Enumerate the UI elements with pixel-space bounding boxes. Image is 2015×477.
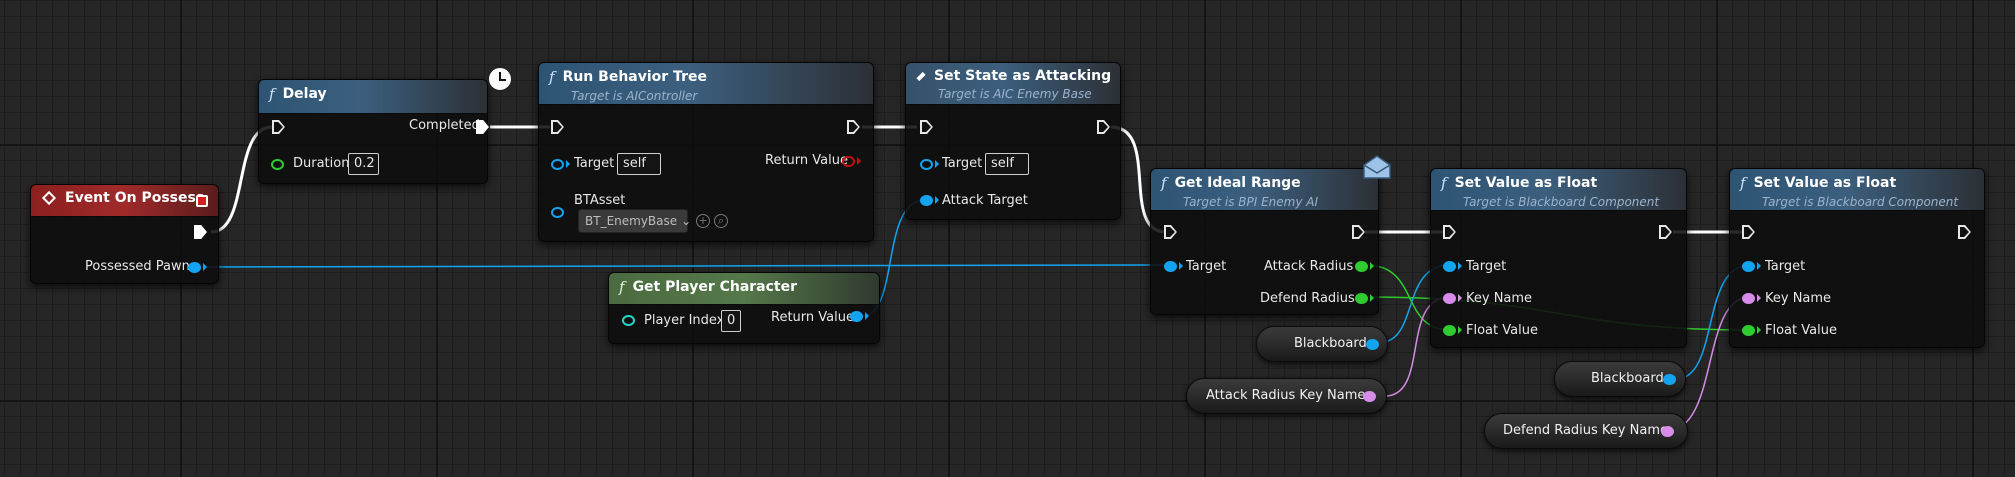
float-value-label: Float Value (1765, 323, 1837, 338)
btasset-pin[interactable] (551, 207, 564, 218)
get-player-character-node[interactable]: f Get Player Character (608, 272, 880, 344)
set-value-header: f Set Value as Float Target is Blackboard… (1730, 169, 1984, 211)
variable-output-pin[interactable] (1363, 391, 1376, 402)
defend-radius-label: Defend Radius (1260, 291, 1355, 306)
variable-label: Attack Radius Key Name (1206, 388, 1366, 403)
node-title: Set Value as Float (1753, 175, 1897, 191)
node-subtitle: Target is Blackboard Component (1762, 195, 1959, 209)
set-value-float-node-2[interactable]: f Set Value as Float Target is Blackboard… (1729, 168, 1985, 348)
target-pin[interactable] (920, 159, 933, 170)
variable-output-pin[interactable] (1663, 374, 1676, 385)
btasset-value: BT_EnemyBase (585, 214, 678, 228)
event-diamond-icon (41, 190, 57, 206)
btasset-label: BTAsset (574, 193, 626, 208)
event-header: Event On Possess (31, 185, 218, 217)
node-subtitle: Target is AIController (571, 89, 698, 103)
defend-radius-pin[interactable] (1355, 293, 1368, 304)
function-icon: f (269, 85, 275, 103)
duration-label: Duration (293, 156, 350, 171)
target-label: Target (574, 156, 615, 171)
blackboard-variable-1[interactable]: Blackboard (1256, 326, 1388, 362)
return-value-pin[interactable] (850, 311, 863, 322)
return-value-label: Return Value (771, 310, 854, 325)
duration-field[interactable]: 0.2 (348, 153, 379, 175)
player-index-field[interactable]: 0 (721, 310, 741, 332)
target-pin[interactable] (1164, 261, 1177, 272)
function-icon: f (1441, 174, 1447, 192)
float-value-pin[interactable] (1443, 325, 1456, 336)
node-title: Get Player Character (632, 279, 798, 295)
completed-label: Completed (409, 118, 480, 133)
node-subtitle: Target is Blackboard Component (1463, 195, 1660, 209)
set-value-header: f Set Value as Float Target is Blackboard… (1431, 169, 1686, 211)
variable-output-pin[interactable] (1366, 339, 1379, 350)
target-pin[interactable] (551, 159, 564, 170)
key-name-label: Key Name (1765, 291, 1832, 306)
function-icon: f (1740, 174, 1746, 192)
float-value-label: Float Value (1466, 323, 1538, 338)
target-field[interactable]: self (617, 153, 661, 175)
clock-icon (487, 66, 513, 92)
attack-target-pin[interactable] (920, 195, 933, 206)
key-name-pin[interactable] (1742, 293, 1755, 304)
node-title: Event On Possess (65, 190, 205, 206)
event-call-icon (916, 71, 926, 81)
node-title: Set Value as Float (1454, 175, 1598, 191)
node-subtitle: Target is BPI Enemy AI (1183, 195, 1319, 209)
set-state-header: Set State as Attacking Target is AIC Ene… (906, 63, 1120, 105)
envelope-icon (1363, 155, 1391, 179)
return-value-pin[interactable] (842, 156, 855, 167)
node-title: Run Behavior Tree (562, 69, 707, 85)
attack-target-label: Attack Target (942, 193, 1028, 208)
btasset-dropdown[interactable]: BT_EnemyBase ⌄ (578, 209, 692, 233)
function-icon: f (619, 278, 625, 296)
set-value-float-node-1[interactable]: f Set Value as Float Target is Blackboard… (1430, 168, 1687, 348)
variable-label: Blackboard (1591, 371, 1664, 386)
attack-radius-key-name-variable[interactable]: Attack Radius Key Name (1186, 378, 1387, 414)
key-name-pin[interactable] (1443, 293, 1456, 304)
use-selected-icon[interactable]: + (696, 214, 710, 228)
node-title: Delay (282, 86, 327, 102)
target-field[interactable]: self (985, 153, 1029, 175)
node-subtitle: Target is AIC Enemy Base (938, 87, 1092, 101)
target-label: Target (1765, 259, 1806, 274)
delay-header: f Delay (259, 80, 487, 114)
return-value-label: Return Value (765, 153, 848, 168)
wire-pawn-target (198, 264, 1167, 268)
variable-label: Defend Radius Key Name (1503, 423, 1668, 438)
float-value-pin[interactable] (1742, 325, 1755, 336)
variable-output-pin[interactable] (1661, 426, 1674, 437)
target-label: Target (1466, 259, 1507, 274)
get-player-header: f Get Player Character (609, 273, 879, 305)
player-index-label: Player Index (644, 313, 725, 328)
defend-radius-key-name-variable[interactable]: Defend Radius Key Name (1484, 413, 1688, 449)
target-pin[interactable] (1742, 261, 1755, 272)
variable-label: Blackboard (1294, 336, 1367, 351)
browse-search-icon[interactable]: ⌕ (714, 214, 728, 228)
get-ideal-range-header: f Get Ideal Range Target is BPI Enemy AI (1151, 169, 1378, 211)
attack-radius-label: Attack Radius (1264, 259, 1354, 274)
chevron-down-icon: ⌄ (681, 214, 692, 228)
node-title: Set State as Attacking (934, 68, 1112, 84)
event-stop-icon (196, 195, 208, 207)
target-pin[interactable] (1443, 261, 1456, 272)
node-title: Get Ideal Range (1174, 175, 1301, 191)
blackboard-variable-2[interactable]: Blackboard (1554, 361, 1686, 397)
attack-radius-pin[interactable] (1355, 261, 1368, 272)
key-name-label: Key Name (1466, 291, 1533, 306)
possessed-pawn-label: Possessed Pawn (85, 259, 190, 274)
duration-pin[interactable] (271, 159, 284, 170)
possessed-pawn-pin[interactable] (188, 262, 201, 273)
function-icon: f (549, 68, 555, 86)
run-bt-header: f Run Behavior Tree Target is AIControlle… (539, 63, 873, 105)
target-label: Target (942, 156, 983, 171)
target-label: Target (1186, 259, 1227, 274)
player-index-pin[interactable] (622, 315, 635, 326)
function-icon: f (1161, 174, 1167, 192)
